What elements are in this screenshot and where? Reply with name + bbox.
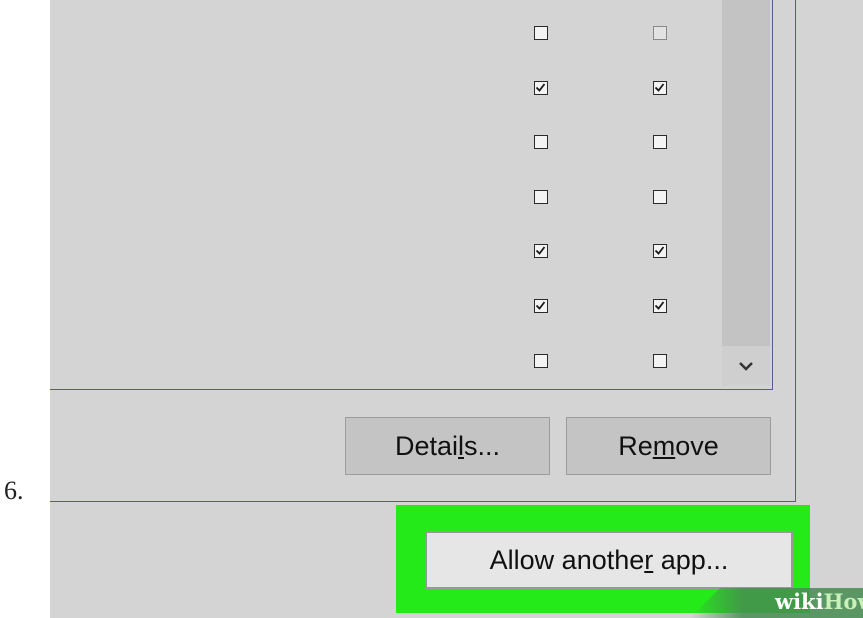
checkbox-private-row-3[interactable] [534, 135, 548, 149]
checkbox-public-row-6[interactable] [653, 299, 667, 313]
checkbox-public-row-5[interactable] [653, 244, 667, 258]
vertical-scrollbar[interactable] [722, 0, 770, 386]
checkmark-icon [654, 301, 665, 310]
watermark-wiki: wiki [775, 589, 824, 614]
allowed-apps-list [50, 0, 773, 390]
watermark-how: How [823, 589, 863, 614]
firewall-allowed-apps-window: Details... Remove Allow another app... w… [50, 0, 863, 618]
checkbox-private-row-2[interactable] [534, 81, 548, 95]
checkbox-private-row-1[interactable] [534, 26, 548, 40]
checkbox-public-row-1[interactable] [653, 26, 667, 40]
wikihow-watermark: wikiHow [690, 588, 863, 618]
details-button[interactable]: Details... [345, 417, 550, 475]
checkmark-icon [654, 246, 665, 255]
checkmark-icon [535, 246, 546, 255]
step-number: 6. [4, 476, 24, 505]
checkbox-public-row-3[interactable] [653, 135, 667, 149]
checkbox-public-row-2[interactable] [653, 81, 667, 95]
scroll-down-button[interactable] [722, 346, 770, 386]
checkbox-public-row-7[interactable] [653, 354, 667, 368]
checkmark-icon [535, 301, 546, 310]
checkmark-icon [535, 83, 546, 92]
checkbox-private-row-7[interactable] [534, 354, 548, 368]
allow-another-app-button[interactable]: Allow another app... [425, 531, 793, 589]
chevron-down-icon [739, 362, 753, 371]
scrollbar-thumb[interactable] [722, 0, 770, 346]
checkbox-private-row-6[interactable] [534, 299, 548, 313]
checkbox-private-row-4[interactable] [534, 190, 548, 204]
remove-button[interactable]: Remove [566, 417, 771, 475]
checkbox-public-row-4[interactable] [653, 190, 667, 204]
checkmark-icon [654, 83, 665, 92]
checkbox-private-row-5[interactable] [534, 244, 548, 258]
